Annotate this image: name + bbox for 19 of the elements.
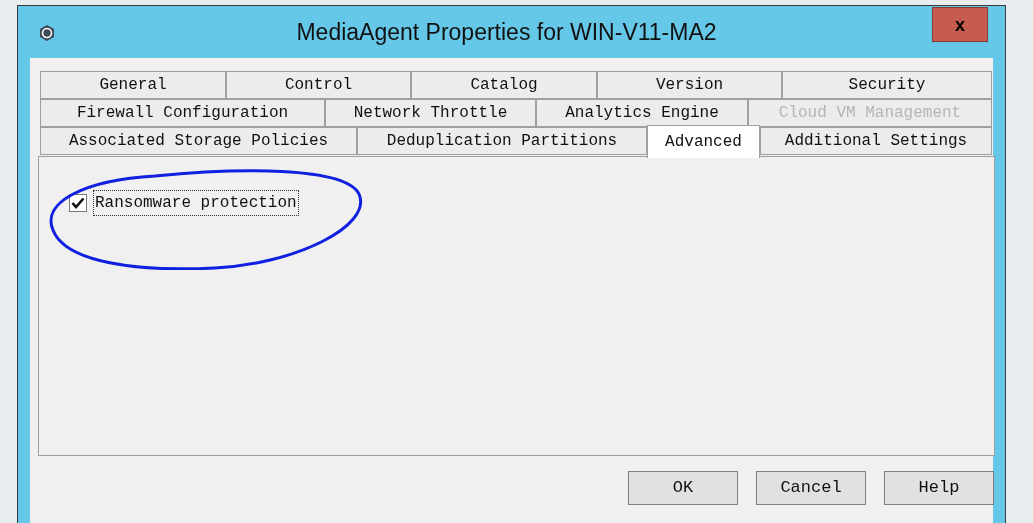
dialog-button[interactable]: OK — [628, 471, 738, 505]
tab[interactable]: Additional Settings — [760, 127, 992, 155]
window-title: MediaAgent Properties for WIN-V11-MA2 — [296, 17, 717, 47]
tab[interactable]: Control — [226, 71, 411, 99]
tab[interactable]: Catalog — [411, 71, 597, 99]
check-icon — [71, 197, 85, 209]
dialog-button[interactable]: Help — [884, 471, 994, 505]
tab[interactable]: Associated Storage Policies — [40, 127, 357, 155]
tab[interactable]: Version — [597, 71, 782, 99]
tab[interactable]: General — [40, 71, 226, 99]
app-icon — [38, 24, 56, 42]
close-button[interactable]: x — [932, 7, 988, 42]
tab[interactable]: Deduplication Partitions — [357, 127, 647, 155]
dialog-button[interactable]: Cancel — [756, 471, 866, 505]
tab[interactable]: Network Throttle — [325, 99, 536, 127]
tab[interactable]: Firewall Configuration — [40, 99, 325, 127]
tab[interactable]: Analytics Engine — [536, 99, 748, 127]
tab[interactable]: Advanced — [647, 125, 760, 158]
tab[interactable]: Security — [782, 71, 992, 99]
